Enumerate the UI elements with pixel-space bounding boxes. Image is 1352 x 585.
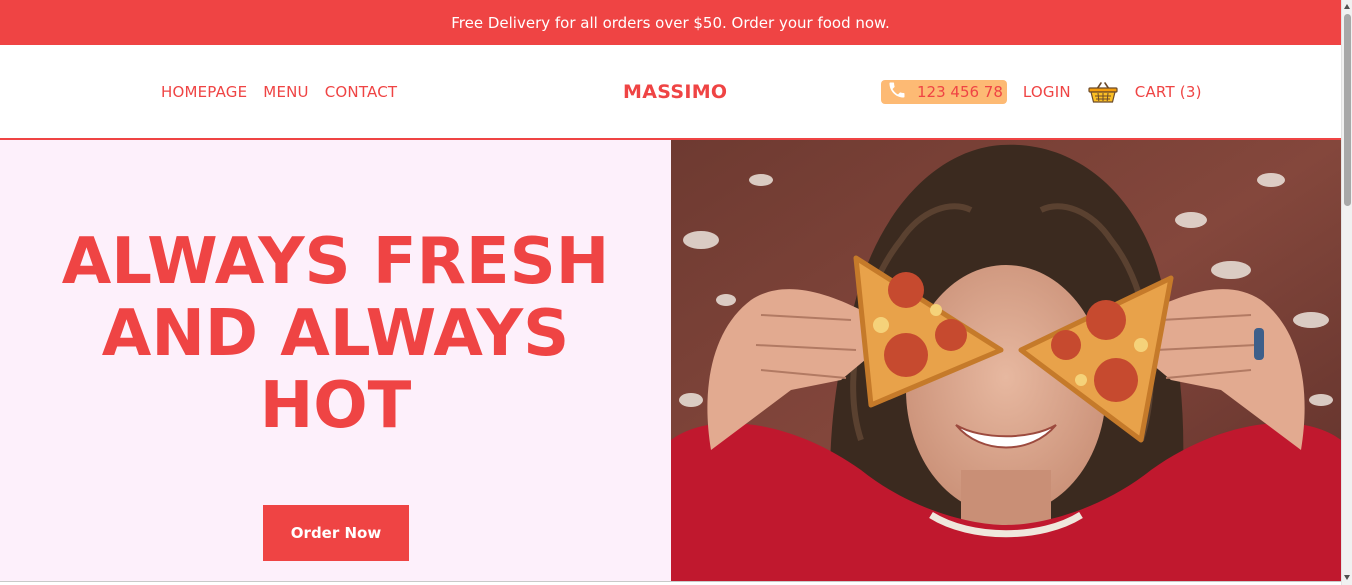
person-with-pizza-photo: [671, 140, 1341, 581]
hero-title: ALWAYS FRESH AND ALWAYS HOT: [0, 226, 671, 442]
nav-link-menu[interactable]: MENU: [263, 83, 308, 101]
promo-text: Free Delivery for all orders over $50. O…: [451, 13, 890, 32]
scroll-up-arrow-icon[interactable]: [1344, 4, 1350, 9]
nav-links: HOMEPAGE MENU CONTACT: [161, 45, 397, 138]
page-bottom-edge: [0, 581, 1341, 585]
phone-badge[interactable]: 123 456 78: [881, 79, 1007, 104]
page: Free Delivery for all orders over $50. O…: [0, 0, 1352, 585]
login-link[interactable]: LOGIN: [1023, 83, 1071, 101]
content: Free Delivery for all orders over $50. O…: [0, 0, 1341, 585]
scroll-down-arrow-icon[interactable]: [1344, 575, 1350, 580]
promo-bar: Free Delivery for all orders over $50. O…: [0, 0, 1341, 45]
vertical-scrollbar[interactable]: [1341, 0, 1352, 585]
navbar: HOMEPAGE MENU CONTACT MASSIMO 123 456 78…: [0, 45, 1341, 140]
nav-link-homepage[interactable]: HOMEPAGE: [161, 83, 247, 101]
scroll-thumb[interactable]: [1344, 14, 1351, 206]
phone-icon: [887, 80, 907, 104]
hero-title-line-2: AND ALWAYS: [101, 297, 570, 371]
hero-title-line-1: ALWAYS FRESH: [61, 225, 610, 299]
basket-icon[interactable]: [1087, 80, 1119, 104]
hero-title-line-3: HOT: [259, 369, 412, 443]
hero-text-panel: ALWAYS FRESH AND ALWAYS HOT Order Now: [0, 140, 671, 581]
nav-link-contact[interactable]: CONTACT: [325, 83, 398, 101]
phone-number: 123 456 78: [917, 82, 1003, 101]
hero: ALWAYS FRESH AND ALWAYS HOT Order Now: [0, 140, 1341, 581]
cart-link[interactable]: CART (3): [1135, 83, 1202, 101]
order-now-button[interactable]: Order Now: [263, 505, 409, 561]
nav-actions: 123 456 78 LOGIN CART (3): [881, 45, 1202, 138]
site-logo[interactable]: MASSIMO: [623, 45, 727, 138]
